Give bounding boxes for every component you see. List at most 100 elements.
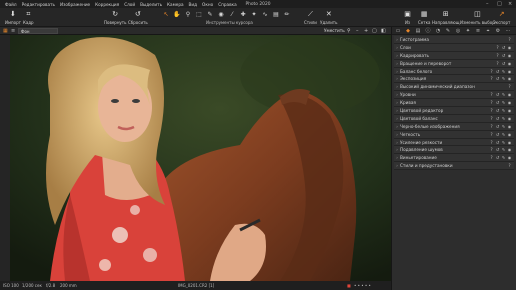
- zoom-tool-icon[interactable]: ⚲: [184, 11, 192, 19]
- help-icon[interactable]: ?: [489, 100, 494, 105]
- visibility-icon[interactable]: ◉: [507, 108, 512, 113]
- help-icon[interactable]: ?: [489, 116, 494, 121]
- help-icon[interactable]: ?: [489, 155, 494, 160]
- help-icon[interactable]: ?: [489, 132, 494, 137]
- reset-button[interactable]: ↺ Сбросить: [128, 10, 148, 25]
- brush-mask-icon[interactable]: ✎: [501, 108, 506, 113]
- rotate-button[interactable]: ↻ Повернуть: [104, 10, 126, 25]
- reset-item-icon[interactable]: ↺: [501, 45, 506, 50]
- import-button[interactable]: ⬇ Импорт: [5, 10, 21, 25]
- reset-item-icon[interactable]: ↺: [495, 108, 500, 113]
- smudge-tool-icon[interactable]: ∿: [261, 11, 269, 19]
- panel-item[interactable]: › Подавление шумов? ↺ ✎ ◉: [394, 146, 514, 155]
- styles-button[interactable]: ⟋ Стили: [304, 10, 317, 25]
- metadata-tab-icon[interactable]: ≡: [474, 28, 482, 34]
- hand-tool-icon[interactable]: ✋: [173, 11, 181, 19]
- history-tab-icon[interactable]: ◔: [434, 28, 442, 34]
- panel-item[interactable]: › Кадрировать? ↺ ◉: [394, 51, 514, 60]
- folder-tab-icon[interactable]: ▭: [394, 28, 402, 34]
- fit-view-icon[interactable]: ▢: [372, 28, 377, 34]
- brush-mask-icon[interactable]: ✎: [501, 147, 506, 152]
- gradient-tool-icon[interactable]: ▤: [272, 11, 280, 19]
- brush-tool-icon[interactable]: ✎: [206, 11, 214, 19]
- zoom-out-icon[interactable]: –: [356, 28, 359, 34]
- brush-mask-icon[interactable]: ✎: [501, 92, 506, 97]
- panel-item[interactable]: › Экспозиция? ↺ ✎ ◉: [394, 75, 514, 84]
- reset-item-icon[interactable]: ↺: [495, 132, 500, 137]
- help-icon[interactable]: ?: [489, 147, 494, 152]
- split-view-icon[interactable]: ◧: [381, 28, 386, 34]
- move-tool-icon[interactable]: ↖: [162, 11, 170, 19]
- brush-mask-icon[interactable]: ✎: [501, 69, 506, 74]
- reset-item-icon[interactable]: ↺: [495, 147, 500, 152]
- panel-item[interactable]: › Черно-белые изображения? ↺ ✎ ◉: [394, 122, 514, 131]
- maximize-icon[interactable]: □: [497, 1, 502, 7]
- help-icon[interactable]: ?: [495, 61, 500, 66]
- panel-item[interactable]: › Цветовой редактор? ↺ ✎ ◉: [394, 107, 514, 115]
- brush-mask-icon[interactable]: ✎: [501, 124, 506, 129]
- visibility-icon[interactable]: ◉: [507, 61, 512, 66]
- panel-item[interactable]: › Высокий динамический диапазон?: [394, 83, 514, 92]
- panel-item[interactable]: › Виньетирование? ↺ ✎ ◉: [394, 154, 514, 163]
- more-tab-icon[interactable]: ⋯: [504, 28, 512, 34]
- adjust-tab-icon[interactable]: ◆: [404, 28, 412, 34]
- brush-tab-icon[interactable]: ✎: [444, 28, 452, 34]
- visibility-icon[interactable]: ◉: [507, 100, 512, 105]
- reset-item-icon[interactable]: ↺: [495, 92, 500, 97]
- help-icon[interactable]: ?: [489, 140, 494, 145]
- view-button[interactable]: ▣ Из: [403, 10, 412, 25]
- select-tool-icon[interactable]: ⬚: [195, 11, 203, 19]
- page-dots-icon[interactable]: • • • • •: [354, 283, 371, 288]
- reset-item-icon[interactable]: ↺: [495, 76, 500, 81]
- redeye-tool-icon[interactable]: ◉: [217, 11, 225, 19]
- reset-item-icon[interactable]: ↺: [495, 155, 500, 160]
- reset-item-icon[interactable]: ↺: [495, 100, 500, 105]
- reset-item-icon[interactable]: ↺: [495, 124, 500, 129]
- reset-item-icon[interactable]: ↺: [501, 53, 506, 58]
- change-selection-button[interactable]: ◫ Изменить выбор: [460, 10, 495, 25]
- brush-mask-icon[interactable]: ✎: [501, 76, 506, 81]
- record-icon[interactable]: ■: [347, 283, 351, 288]
- visibility-icon[interactable]: ◉: [507, 116, 512, 121]
- minimize-icon[interactable]: –: [486, 1, 489, 7]
- visibility-icon[interactable]: ◉: [507, 92, 512, 97]
- help-icon[interactable]: ?: [489, 92, 494, 97]
- reset-item-icon[interactable]: ↺: [495, 116, 500, 121]
- info-tab-icon[interactable]: ⓘ: [424, 28, 432, 34]
- help-icon[interactable]: ?: [495, 45, 500, 50]
- delete-button[interactable]: ✕ Удалить: [320, 10, 338, 25]
- layers-toggle-icon[interactable]: ▦: [3, 28, 8, 34]
- visibility-icon[interactable]: ◉: [507, 53, 512, 58]
- guides-button[interactable]: ⊞ Направляющ: [432, 10, 460, 25]
- grid-button[interactable]: ▦ Сетка: [418, 10, 430, 25]
- clone-tool-icon[interactable]: ✦: [250, 11, 258, 19]
- help-icon[interactable]: ?: [489, 124, 494, 129]
- panel-item[interactable]: › Цветовой баланс? ↺ ✎ ◉: [394, 114, 514, 123]
- visibility-icon[interactable]: ◉: [507, 124, 512, 129]
- help-icon[interactable]: ?: [489, 69, 494, 74]
- panel-item[interactable]: › Гистограмма?: [394, 36, 514, 44]
- brush-mask-icon[interactable]: ✎: [501, 140, 506, 145]
- visibility-icon[interactable]: ◉: [507, 147, 512, 152]
- heal-tool-icon[interactable]: ✚: [239, 11, 247, 19]
- eyedropper-tool-icon[interactable]: ⁄: [228, 11, 236, 19]
- panel-item[interactable]: › Вращение и переворот? ↺ ◉: [394, 59, 514, 68]
- effects-tab-icon[interactable]: ✦: [464, 28, 472, 34]
- zoom-icon[interactable]: ⚲: [347, 28, 351, 34]
- visibility-icon[interactable]: ◉: [507, 155, 512, 160]
- layer-select[interactable]: Фон: [18, 27, 58, 34]
- help-icon[interactable]: ?: [507, 84, 512, 89]
- panel-item[interactable]: › Уровни? ↺ ✎ ◉: [394, 91, 514, 100]
- brush-mask-icon[interactable]: ✎: [501, 100, 506, 105]
- visibility-icon[interactable]: ◉: [507, 140, 512, 145]
- menu-toggle-icon[interactable]: ≡: [11, 28, 15, 34]
- close-window-icon[interactable]: ×: [508, 1, 512, 7]
- panel-item[interactable]: › Стили и предустановки?: [394, 162, 514, 171]
- brush-mask-icon[interactable]: ✎: [501, 116, 506, 121]
- paint-tool-icon[interactable]: ✏: [283, 11, 291, 19]
- panel-item[interactable]: › Баланс белого? ↺ ✎ ◉: [394, 67, 514, 76]
- help-icon[interactable]: ?: [489, 108, 494, 113]
- reset-item-icon[interactable]: ↺: [501, 61, 506, 66]
- zoom-in-icon[interactable]: +: [364, 28, 368, 34]
- export-button[interactable]: ↗ Экспорт: [493, 10, 510, 25]
